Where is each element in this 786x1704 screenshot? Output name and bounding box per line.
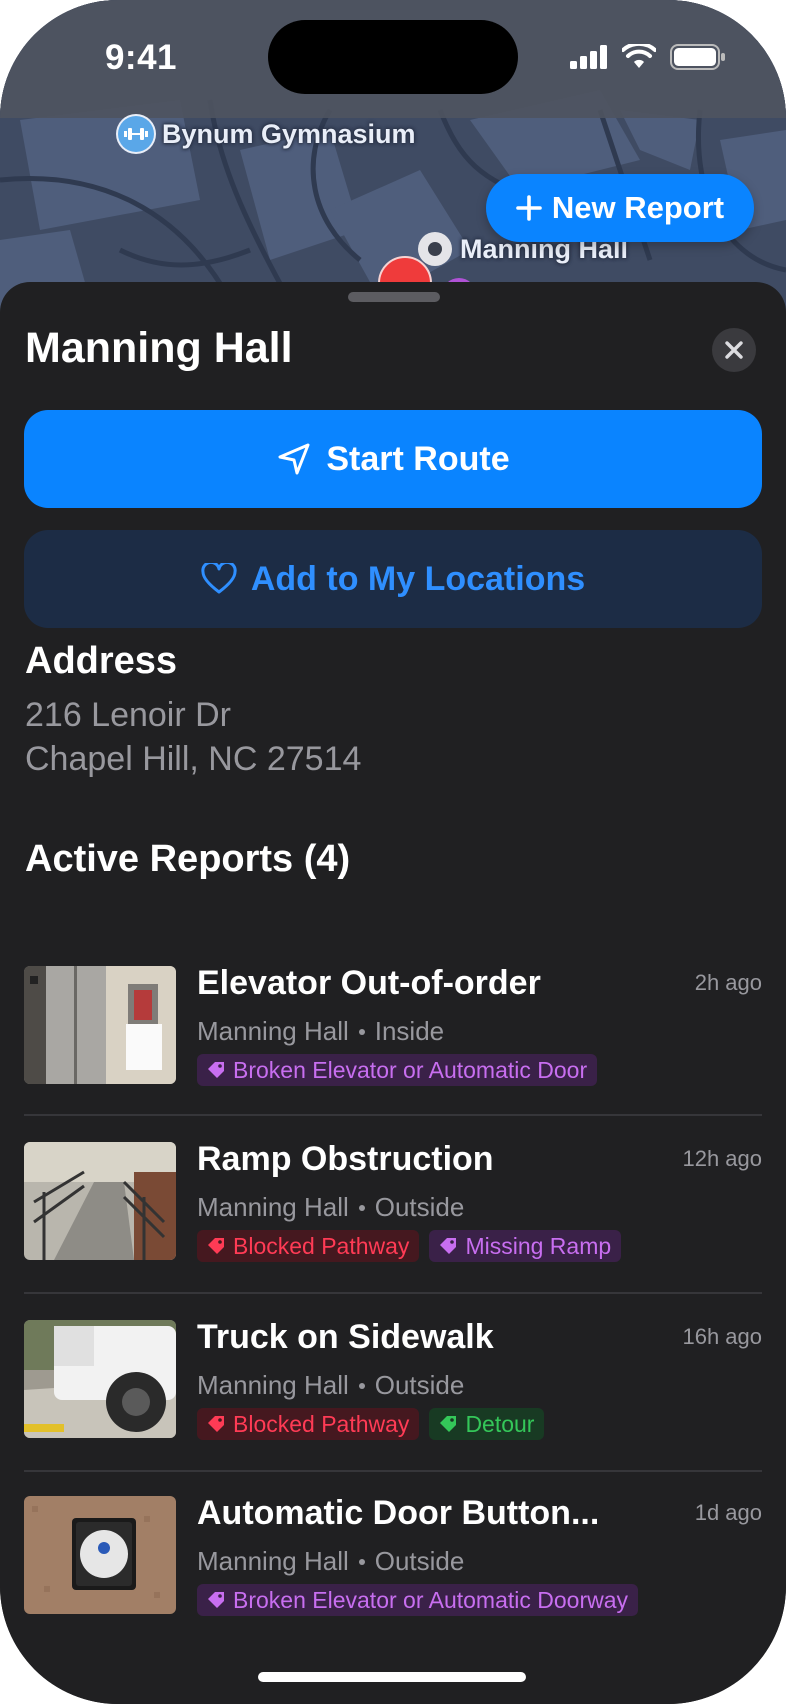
report-time: 2h ago [694, 970, 762, 995]
report-tags: Broken Elevator or Automatic Door [197, 1054, 598, 1086]
report-photo-ramp [24, 1142, 176, 1260]
add-to-my-locations-label: Add to My Locations [250, 559, 586, 598]
report-list-item[interactable]: Truck on Sidewalk 16h ago Manning Hall O… [24, 1318, 762, 1440]
map-view[interactable]: 9:41 Bynum Gymnasium Manning Hall New Re… [0, 0, 786, 320]
report-location: Manning Hall Outside [197, 1370, 464, 1401]
report-title: Automatic Door Button... [197, 1494, 600, 1532]
tag-icon [440, 1416, 457, 1432]
report-tags: Blocked Pathway Detour [197, 1408, 545, 1440]
report-list-item[interactable]: Ramp Obstruction 12h ago Manning Hall Ou… [24, 1140, 762, 1262]
report-building: Manning Hall [197, 1192, 349, 1222]
sheet-grabber[interactable] [348, 292, 440, 302]
report-place: Outside [374, 1370, 465, 1400]
address-heading: Address [25, 640, 178, 682]
location-dot-icon [418, 232, 452, 266]
report-location: Manning Hall Inside [197, 1016, 444, 1047]
report-list-item[interactable]: Automatic Door Button... 1d ago Manning … [24, 1494, 762, 1616]
dumbbell-icon [118, 116, 154, 152]
report-title: Ramp Obstruction [197, 1140, 494, 1178]
close-icon [725, 341, 743, 359]
phone-screen: 9:41 Bynum Gymnasium Manning Hall New Re… [0, 0, 786, 1704]
report-time: 1d ago [694, 1500, 762, 1525]
report-tag: Blocked Pathway [197, 1408, 420, 1440]
map-poi-gymnasium[interactable]: Bynum Gymnasium [118, 116, 416, 152]
home-indicator[interactable] [258, 1672, 526, 1682]
report-tag-label: Broken Elevator or Automatic Doorway [233, 1586, 629, 1613]
cellular-signal-icon [570, 45, 607, 69]
divider [24, 1114, 762, 1116]
report-photo-truck [24, 1320, 176, 1438]
status-icons [570, 44, 726, 70]
active-reports-heading: Active Reports (4) [25, 838, 351, 880]
report-photo-elevator [24, 966, 176, 1084]
report-time: 12h ago [682, 1146, 762, 1171]
separator-dot [358, 1028, 365, 1035]
wifi-icon [622, 44, 656, 68]
tag-icon [208, 1238, 224, 1254]
report-building: Manning Hall [197, 1016, 349, 1046]
location-title: Manning Hall [25, 324, 293, 372]
close-button[interactable] [712, 328, 756, 372]
address-line-2: Chapel Hill, NC 27514 [25, 740, 362, 778]
report-tag: Detour [429, 1408, 545, 1440]
report-location: Manning Hall Outside [197, 1546, 464, 1577]
divider [24, 1292, 762, 1294]
report-tags: Blocked Pathway Missing Ramp [197, 1230, 622, 1262]
report-list-item[interactable]: Elevator Out-of-order 2h ago Manning Hal… [24, 964, 762, 1086]
new-report-button[interactable]: New Report [486, 174, 754, 242]
report-tag: Broken Elevator or Automatic Door [197, 1054, 598, 1086]
status-time: 9:41 [104, 38, 178, 77]
report-time: 16h ago [682, 1324, 762, 1349]
report-building: Manning Hall [197, 1370, 349, 1400]
report-tag-label: Detour [465, 1410, 535, 1437]
report-tag-label: Blocked Pathway [233, 1410, 410, 1437]
divider [24, 1470, 762, 1472]
report-tag: Missing Ramp [429, 1230, 622, 1262]
report-place: Inside [374, 1016, 445, 1046]
report-tag: Broken Elevator or Automatic Doorway [197, 1584, 639, 1616]
report-place: Outside [374, 1546, 465, 1576]
map-poi-gymnasium-label: Bynum Gymnasium [162, 118, 416, 149]
report-location: Manning Hall Outside [197, 1192, 464, 1223]
report-place: Outside [374, 1192, 465, 1222]
report-tag-label: Missing Ramp [465, 1232, 612, 1259]
separator-dot [358, 1382, 365, 1389]
new-report-label: New Report [551, 190, 725, 225]
plus-icon [516, 195, 542, 221]
navigation-arrow-icon [278, 443, 310, 475]
report-title: Truck on Sidewalk [197, 1318, 494, 1356]
separator-dot [358, 1204, 365, 1211]
battery-icon [670, 44, 725, 70]
tag-icon [208, 1416, 224, 1432]
report-building: Manning Hall [197, 1546, 349, 1576]
separator-dot [358, 1558, 365, 1565]
start-route-button[interactable]: Start Route [24, 410, 762, 508]
report-tag-label: Broken Elevator or Automatic Door [233, 1056, 588, 1083]
tag-icon [440, 1238, 457, 1254]
report-photo-door-button [24, 1496, 176, 1614]
report-tag-label: Blocked Pathway [233, 1232, 410, 1259]
report-title: Elevator Out-of-order [197, 964, 541, 1002]
tag-icon [208, 1592, 224, 1608]
tag-icon [208, 1062, 224, 1078]
report-tags: Broken Elevator or Automatic Doorway [197, 1584, 639, 1616]
location-detail-sheet: Manning Hall Start Route Add to My Locat… [0, 282, 786, 1704]
status-bar: 9:41 [0, 0, 786, 118]
dynamic-island [268, 20, 518, 94]
heart-icon [201, 563, 237, 594]
report-tag: Blocked Pathway [197, 1230, 420, 1262]
address-line-1: 216 Lenoir Dr [25, 696, 232, 734]
add-to-my-locations-button[interactable]: Add to My Locations [24, 530, 762, 628]
start-route-label: Start Route [326, 439, 510, 478]
